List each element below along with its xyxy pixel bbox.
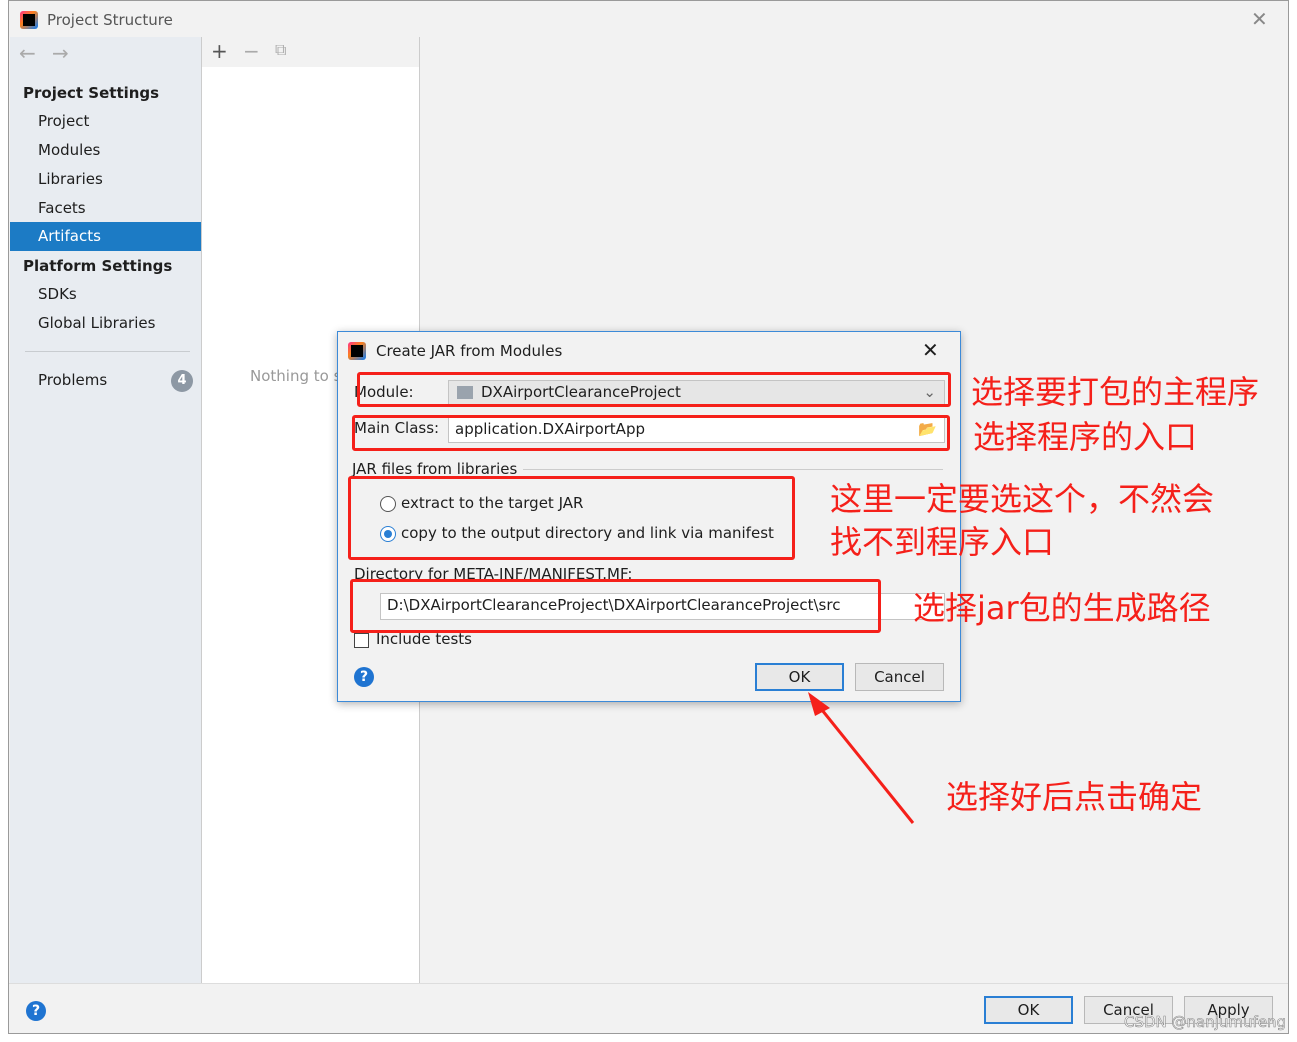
annotation-arrow (808, 692, 915, 824)
watermark: CSDN @nanjumufeng (1124, 1013, 1287, 1032)
